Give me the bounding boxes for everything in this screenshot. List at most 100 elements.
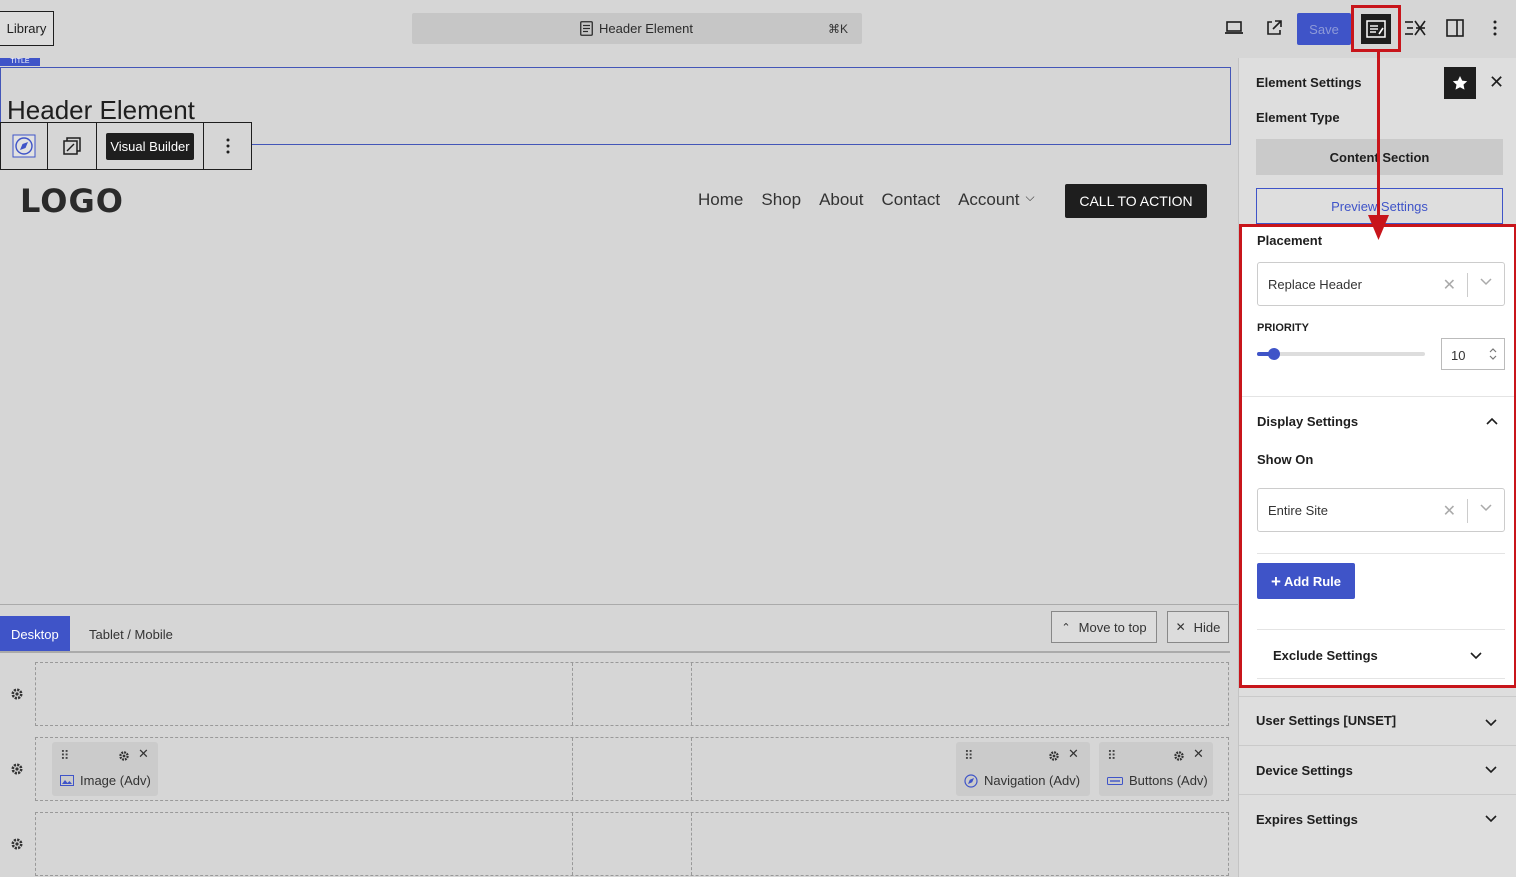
remove-icon[interactable]: ✕ bbox=[1068, 746, 1079, 762]
element-card-navigation[interactable]: ⠿ ✕ Navigation (Adv) bbox=[956, 742, 1090, 796]
command-title: Header Element bbox=[599, 21, 693, 36]
element-label: Buttons (Adv) bbox=[1107, 773, 1208, 788]
move-to-top-button[interactable]: ⌃ Move to top bbox=[1051, 611, 1157, 643]
element-card-image[interactable]: ⠿ ✕ Image (Adv) bbox=[52, 742, 158, 796]
tabs-divider bbox=[0, 651, 1230, 653]
show-on-select[interactable]: Entire Site ✕ bbox=[1257, 488, 1505, 532]
gear-icon[interactable] bbox=[1173, 750, 1185, 762]
tab-tablet-mobile[interactable]: Tablet / Mobile bbox=[78, 616, 184, 652]
select-separator bbox=[1467, 273, 1468, 297]
chevron-down-icon bbox=[1480, 504, 1492, 512]
gear-icon[interactable] bbox=[118, 750, 130, 762]
nav-item-contact[interactable]: Contact bbox=[882, 190, 941, 210]
clear-icon[interactable]: ✕ bbox=[1443, 501, 1456, 521]
expires-settings-label: Expires Settings bbox=[1256, 812, 1358, 827]
tab-desktop[interactable]: Desktop bbox=[0, 616, 70, 652]
priority-value: 10 bbox=[1451, 348, 1466, 363]
element-card-buttons[interactable]: ⠿ ✕ Buttons (Adv) bbox=[1099, 742, 1213, 796]
compass-icon bbox=[12, 134, 36, 158]
block-transform-button[interactable] bbox=[48, 123, 97, 169]
accordion-user-settings[interactable]: User Settings [UNSET] bbox=[1239, 696, 1516, 745]
stepper-arrows-icon[interactable] bbox=[1488, 344, 1498, 364]
hide-button[interactable]: ✕ Hide bbox=[1167, 611, 1229, 643]
element-type-label: Element Type bbox=[1256, 110, 1340, 125]
show-on-label: Show On bbox=[1257, 452, 1314, 467]
save-button[interactable]: Save bbox=[1297, 13, 1351, 45]
placement-label: Placement bbox=[1257, 233, 1323, 248]
annotation-arrow bbox=[1368, 50, 1389, 240]
accordion-device-settings[interactable]: Device Settings bbox=[1239, 745, 1516, 794]
visual-builder-cell: Visual Builder bbox=[97, 123, 204, 169]
column-divider bbox=[572, 813, 573, 875]
nav-item-home[interactable]: Home bbox=[698, 190, 743, 210]
nav-item-shop[interactable]: Shop bbox=[761, 190, 801, 210]
chevron-up-icon[interactable] bbox=[1486, 417, 1498, 425]
priority-slider-thumb[interactable] bbox=[1268, 348, 1280, 360]
command-palette-bar[interactable]: Header Element ⌘K bbox=[412, 13, 862, 44]
row-settings-gear-icon[interactable] bbox=[10, 837, 24, 851]
add-rule-label: Add Rule bbox=[1283, 573, 1341, 589]
block-options-button[interactable] bbox=[204, 123, 251, 169]
move-to-top-label: Move to top bbox=[1078, 619, 1147, 635]
visual-builder-button[interactable]: Visual Builder bbox=[106, 132, 194, 160]
priority-slider[interactable] bbox=[1257, 348, 1425, 360]
close-sidebar-icon[interactable]: ✕ bbox=[1489, 72, 1504, 93]
column-divider bbox=[572, 663, 573, 725]
panel-divider bbox=[1257, 629, 1505, 630]
header-builder-panel: Desktop Tablet / Mobile ⌃ Move to top ✕ … bbox=[0, 604, 1238, 877]
panel-divider bbox=[1257, 678, 1505, 679]
nav-item-about[interactable]: About bbox=[819, 190, 863, 210]
list-view-icon[interactable] bbox=[1402, 14, 1428, 42]
compass-icon bbox=[964, 773, 978, 788]
placement-value: Replace Header bbox=[1268, 277, 1362, 292]
gear-icon[interactable] bbox=[1048, 750, 1060, 762]
panel-divider bbox=[1242, 396, 1514, 397]
chevron-down-icon bbox=[1485, 815, 1497, 823]
user-settings-label: User Settings [UNSET] bbox=[1256, 713, 1397, 728]
drag-handle-icon[interactable]: ⠿ bbox=[60, 748, 69, 764]
call-to-action-button[interactable]: CALL TO ACTION bbox=[1065, 184, 1207, 218]
nav-item-account[interactable]: Account bbox=[958, 190, 1019, 210]
external-link-icon[interactable] bbox=[1261, 14, 1287, 42]
builder-row-bottom[interactable] bbox=[35, 812, 1229, 876]
row-settings-gear-icon[interactable] bbox=[10, 762, 24, 776]
add-rule-button[interactable]: + Add Rule bbox=[1257, 563, 1355, 599]
keyboard-shortcut: ⌘K bbox=[827, 22, 848, 36]
row-settings-gear-icon[interactable] bbox=[10, 687, 24, 701]
document-icon bbox=[580, 21, 593, 36]
more-options-icon[interactable] bbox=[1482, 14, 1508, 42]
library-button[interactable]: Library bbox=[0, 11, 54, 46]
chevron-down-icon[interactable] bbox=[1470, 652, 1482, 660]
top-toolbar: Library Header Element ⌘K Save bbox=[0, 0, 1516, 58]
drag-handle-icon[interactable]: ⠿ bbox=[1107, 748, 1116, 764]
chevron-down-icon bbox=[1485, 766, 1497, 774]
builder-row-main[interactable]: ⠿ ✕ Image (Adv) ⠿ ✕ Navigation (Adv) ⠿ ✕ bbox=[35, 737, 1229, 801]
desktop-preview-icon[interactable] bbox=[1221, 14, 1247, 42]
builder-row-top[interactable] bbox=[35, 662, 1229, 726]
favorite-button[interactable] bbox=[1444, 67, 1476, 99]
sidebar-toggle-icon[interactable] bbox=[1442, 14, 1468, 42]
clear-icon[interactable]: ✕ bbox=[1443, 275, 1456, 295]
placement-select[interactable]: Replace Header ✕ bbox=[1257, 262, 1505, 306]
priority-label: PRIORITY bbox=[1257, 322, 1309, 334]
drag-handle-icon[interactable]: ⠿ bbox=[964, 748, 973, 764]
element-settings-toggle[interactable] bbox=[1351, 5, 1401, 52]
column-divider bbox=[691, 663, 692, 725]
button-icon bbox=[1107, 776, 1123, 785]
hide-label: Hide bbox=[1193, 619, 1221, 635]
exclude-settings-label[interactable]: Exclude Settings bbox=[1273, 648, 1378, 663]
priority-number-input[interactable]: 10 bbox=[1441, 338, 1505, 370]
display-settings-label[interactable]: Display Settings bbox=[1257, 414, 1358, 429]
accordion-expires-settings[interactable]: Expires Settings bbox=[1239, 794, 1516, 843]
chevron-down-icon bbox=[1485, 719, 1497, 727]
select-separator bbox=[1467, 499, 1468, 523]
navigation-element-name: Navigation (Adv) bbox=[984, 773, 1081, 788]
element-label: Image (Adv) bbox=[60, 773, 151, 788]
remove-icon[interactable]: ✕ bbox=[1193, 746, 1204, 762]
buttons-element-name: Buttons (Adv) bbox=[1129, 773, 1208, 788]
show-on-value: Entire Site bbox=[1268, 503, 1328, 518]
chevron-down-icon bbox=[1480, 278, 1492, 286]
block-type-button[interactable] bbox=[1, 123, 48, 169]
remove-icon[interactable]: ✕ bbox=[138, 746, 149, 762]
more-vertical-icon bbox=[226, 138, 229, 154]
